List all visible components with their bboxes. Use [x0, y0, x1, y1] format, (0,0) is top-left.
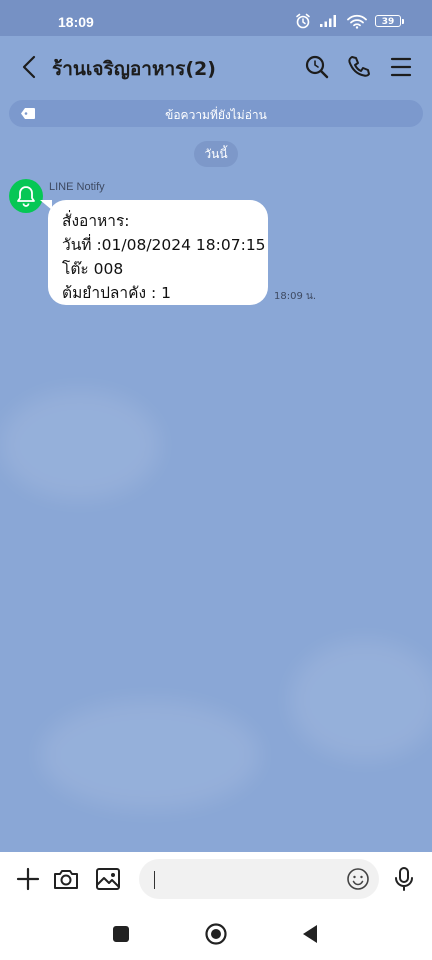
message-input-bar: [0, 852, 432, 908]
home-button[interactable]: [204, 922, 228, 946]
wifi-icon: [347, 14, 367, 29]
background-cloud: [40, 700, 260, 810]
message-line: ต้มยำปลาคัง : 1: [62, 284, 171, 302]
message-line: สั่งอาหาร:: [62, 212, 130, 230]
system-navigation-bar: [0, 908, 432, 960]
system-back-button[interactable]: [299, 922, 323, 946]
triangle-back-icon: [303, 925, 317, 943]
message-input[interactable]: [139, 859, 379, 899]
back-button[interactable]: [16, 53, 44, 81]
chat-header: ร้านเจริญอาหาร(2): [0, 36, 432, 98]
plus-icon: [16, 867, 40, 891]
recents-button[interactable]: [109, 922, 133, 946]
chevron-left-icon: [22, 55, 36, 79]
signal-icon: [320, 15, 336, 27]
call-button[interactable]: [345, 53, 373, 81]
unread-messages-label: ข้อความที่ยังไม่อ่าน: [165, 108, 267, 122]
alarm-icon: [296, 13, 310, 29]
text-cursor: [154, 871, 155, 889]
message-bubble[interactable]: สั่งอาหาร: วันที่ :01/08/2024 18:07:15 โ…: [48, 200, 268, 305]
status-bar: 18:09 39: [0, 0, 432, 36]
date-separator: วันนี้: [194, 141, 238, 167]
camera-button[interactable]: [52, 865, 80, 893]
emoji-icon: [347, 868, 369, 890]
microphone-button[interactable]: [390, 865, 418, 893]
microphone-icon: [395, 867, 413, 891]
unread-messages-bar[interactable]: ข้อความที่ยังไม่อ่าน: [9, 100, 423, 127]
image-icon: [96, 868, 120, 890]
message-line: โต๊ะ 008: [62, 260, 124, 278]
plus-button[interactable]: [14, 865, 42, 893]
avatar[interactable]: [9, 179, 43, 213]
phone-icon: [348, 56, 370, 77]
camera-icon: [54, 870, 78, 889]
search-icon: [305, 55, 329, 79]
background-cloud: [290, 640, 432, 760]
square-icon: [113, 926, 129, 942]
message-line: วันที่ :01/08/2024 18:07:15: [62, 236, 266, 254]
status-icons: 39: [295, 13, 404, 29]
bell-icon: [17, 186, 35, 207]
battery-level: 39: [375, 15, 401, 27]
search-button[interactable]: [303, 53, 331, 81]
menu-icon: [390, 57, 412, 77]
status-time: 18:09: [58, 14, 94, 30]
background-cloud: [0, 390, 160, 500]
home-circle-icon: [205, 923, 227, 945]
sender-name: LINE Notify: [49, 181, 105, 193]
battery-icon: 39: [375, 15, 404, 27]
image-button[interactable]: [94, 865, 122, 893]
emoji-button[interactable]: [346, 867, 370, 891]
chat-title: ร้านเจริญอาหาร(2): [52, 58, 216, 80]
message-timestamp: 18:09 น.: [274, 291, 317, 302]
menu-button[interactable]: [387, 53, 415, 81]
